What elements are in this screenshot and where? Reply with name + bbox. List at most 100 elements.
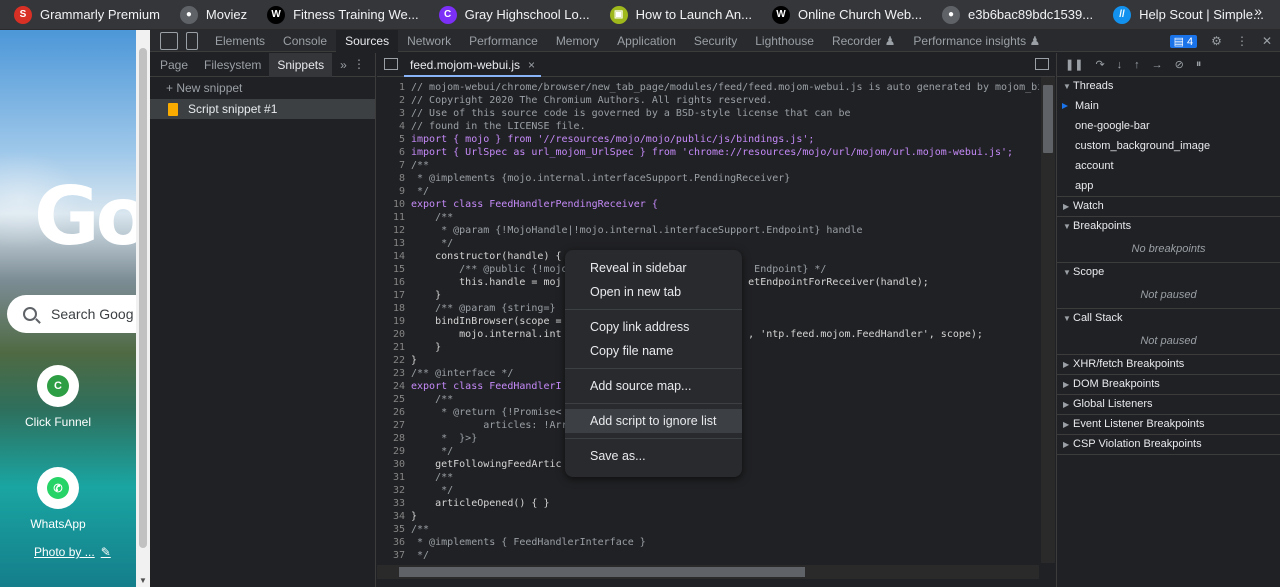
line-number[interactable]: 10 <box>377 198 411 211</box>
line-number[interactable]: 37 <box>377 549 411 559</box>
context-menu-item[interactable]: Copy file name <box>565 339 742 363</box>
thread-item[interactable]: Main <box>1057 96 1280 116</box>
line-number[interactable]: 16 <box>377 276 411 289</box>
collapsed-section-header[interactable]: ▶ Event Listener Breakpoints <box>1057 415 1280 434</box>
collapsed-section-header[interactable]: ▶ Global Listeners <box>1057 395 1280 414</box>
settings-gear-icon[interactable]: ⚙ <box>1211 34 1222 48</box>
line-number[interactable]: 24 <box>377 380 411 393</box>
thread-item[interactable]: app <box>1057 176 1280 196</box>
issues-badge[interactable]: ▤ 4 <box>1169 34 1198 48</box>
editor-file-tab[interactable]: feed.mojom-webui.js × <box>404 52 542 77</box>
shortcut-tile[interactable]: C Click Funnel <box>13 365 103 429</box>
line-number[interactable]: 3 <box>377 107 411 120</box>
context-menu-item[interactable]: Open in new tab <box>565 280 742 304</box>
thread-item[interactable]: one-google-bar <box>1057 116 1280 136</box>
line-number[interactable]: 19 <box>377 315 411 328</box>
tab-elements[interactable]: Elements <box>206 30 274 52</box>
bookmarks-overflow-icon[interactable]: » <box>1254 3 1262 19</box>
pause-on-exceptions-icon[interactable]: ⏸ <box>1196 58 1202 71</box>
line-number[interactable]: 27 <box>377 419 411 432</box>
tab-performance[interactable]: Performance <box>460 30 547 52</box>
navigator-overflow-icon[interactable]: » <box>332 53 355 77</box>
line-number[interactable]: 6 <box>377 146 411 159</box>
page-scrollbar-thumb[interactable] <box>139 48 147 548</box>
bookmark-item[interactable]: // Help Scout | Simple... <box>1107 4 1270 26</box>
context-menu-item[interactable]: Reveal in sidebar <box>565 256 742 280</box>
toggle-navigator-icon[interactable] <box>384 58 398 70</box>
navigator-more-icon[interactable]: ⋮ <box>353 57 365 71</box>
tab-performance-insights[interactable]: Performance insights ♟ <box>904 30 1049 52</box>
line-number[interactable]: 22 <box>377 354 411 367</box>
line-number[interactable]: 20 <box>377 328 411 341</box>
line-number[interactable]: 14 <box>377 250 411 263</box>
step-into-icon[interactable]: ↓ <box>1117 59 1123 71</box>
new-snippet-button[interactable]: + New snippet <box>150 77 375 99</box>
line-number[interactable]: 11 <box>377 211 411 224</box>
context-menu-item[interactable]: Save as... <box>565 444 742 468</box>
toggle-debugger-icon[interactable] <box>1035 58 1049 70</box>
line-number[interactable]: 2 <box>377 94 411 107</box>
line-number[interactable]: 25 <box>377 393 411 406</box>
breakpoints-header[interactable]: ▼ Breakpoints <box>1057 217 1280 236</box>
step-icon[interactable]: → <box>1152 59 1163 71</box>
line-number[interactable]: 31 <box>377 471 411 484</box>
line-number[interactable]: 32 <box>377 484 411 497</box>
context-menu-item[interactable]: Add source map... <box>565 374 742 398</box>
tab-application[interactable]: Application <box>608 30 685 52</box>
bookmark-item[interactable]: ● Moviez <box>174 4 253 26</box>
line-number[interactable]: 30 <box>377 458 411 471</box>
navigator-tab-snippets[interactable]: Snippets <box>269 52 333 77</box>
line-number[interactable]: 1 <box>377 81 411 94</box>
line-number[interactable]: 8 <box>377 172 411 185</box>
bookmark-item[interactable]: S Grammarly Premium <box>8 4 166 26</box>
line-number[interactable]: 36 <box>377 536 411 549</box>
tab-console[interactable]: Console <box>274 30 336 52</box>
line-number[interactable]: 21 <box>377 341 411 354</box>
line-number[interactable]: 33 <box>377 497 411 510</box>
watch-header[interactable]: ▶ Watch <box>1057 197 1280 216</box>
shortcut-tile[interactable]: ✆ WhatsApp <box>13 467 103 531</box>
line-number[interactable]: 35 <box>377 523 411 536</box>
editor-vscroll-thumb[interactable] <box>1043 85 1053 153</box>
inspect-element-icon[interactable] <box>160 31 178 50</box>
editor-vertical-scrollbar[interactable] <box>1041 77 1055 563</box>
snippet-item[interactable]: Script snippet #1 <box>150 99 375 119</box>
tab-security[interactable]: Security <box>685 30 746 52</box>
editor-horizontal-scrollbar[interactable] <box>377 565 1039 579</box>
device-toolbar-icon[interactable] <box>186 31 198 50</box>
bookmark-item[interactable]: W Online Church Web... <box>766 4 928 26</box>
thread-item[interactable]: account <box>1057 156 1280 176</box>
step-over-icon[interactable]: ↷ <box>1095 58 1104 71</box>
thread-item[interactable]: custom_background_image <box>1057 136 1280 156</box>
context-menu-item[interactable]: Add script to ignore list <box>565 409 742 433</box>
line-number[interactable]: 18 <box>377 302 411 315</box>
pause-icon[interactable]: ❚❚ <box>1065 58 1083 71</box>
context-menu-item[interactable]: Copy link address <box>565 315 742 339</box>
tab-network[interactable]: Network <box>398 30 460 52</box>
navigator-tab-filesystem[interactable]: Filesystem <box>196 53 269 77</box>
scope-header[interactable]: ▼ Scope <box>1057 263 1280 282</box>
bookmark-item[interactable]: ● e3b6bac89bdc1539... <box>936 4 1099 26</box>
photo-by-link[interactable]: Photo by ... ✎ <box>34 545 111 559</box>
line-number[interactable]: 34 <box>377 510 411 523</box>
tab-memory[interactable]: Memory <box>547 30 608 52</box>
tab-lighthouse[interactable]: Lighthouse <box>746 30 823 52</box>
line-number[interactable]: 13 <box>377 237 411 250</box>
page-scrollbar[interactable]: ▼ <box>136 30 150 587</box>
line-number[interactable]: 9 <box>377 185 411 198</box>
collapsed-section-header[interactable]: ▶ CSP Violation Breakpoints <box>1057 435 1280 454</box>
line-number[interactable]: 26 <box>377 406 411 419</box>
bookmark-item[interactable]: C Gray Highschool Lo... <box>433 4 596 26</box>
line-number[interactable]: 23 <box>377 367 411 380</box>
line-number[interactable]: 28 <box>377 432 411 445</box>
step-out-icon[interactable]: ↑ <box>1134 59 1140 71</box>
close-devtools-icon[interactable]: ✕ <box>1262 34 1272 48</box>
line-number[interactable]: 7 <box>377 159 411 172</box>
line-number[interactable]: 12 <box>377 224 411 237</box>
line-number[interactable]: 17 <box>377 289 411 302</box>
collapsed-section-header[interactable]: ▶ XHR/fetch Breakpoints <box>1057 355 1280 374</box>
line-number[interactable]: 4 <box>377 120 411 133</box>
bookmark-item[interactable]: W Fitness Training We... <box>261 4 424 26</box>
pencil-icon[interactable]: ✎ <box>101 545 111 559</box>
bookmark-item[interactable]: ▣ How to Launch An... <box>604 4 758 26</box>
